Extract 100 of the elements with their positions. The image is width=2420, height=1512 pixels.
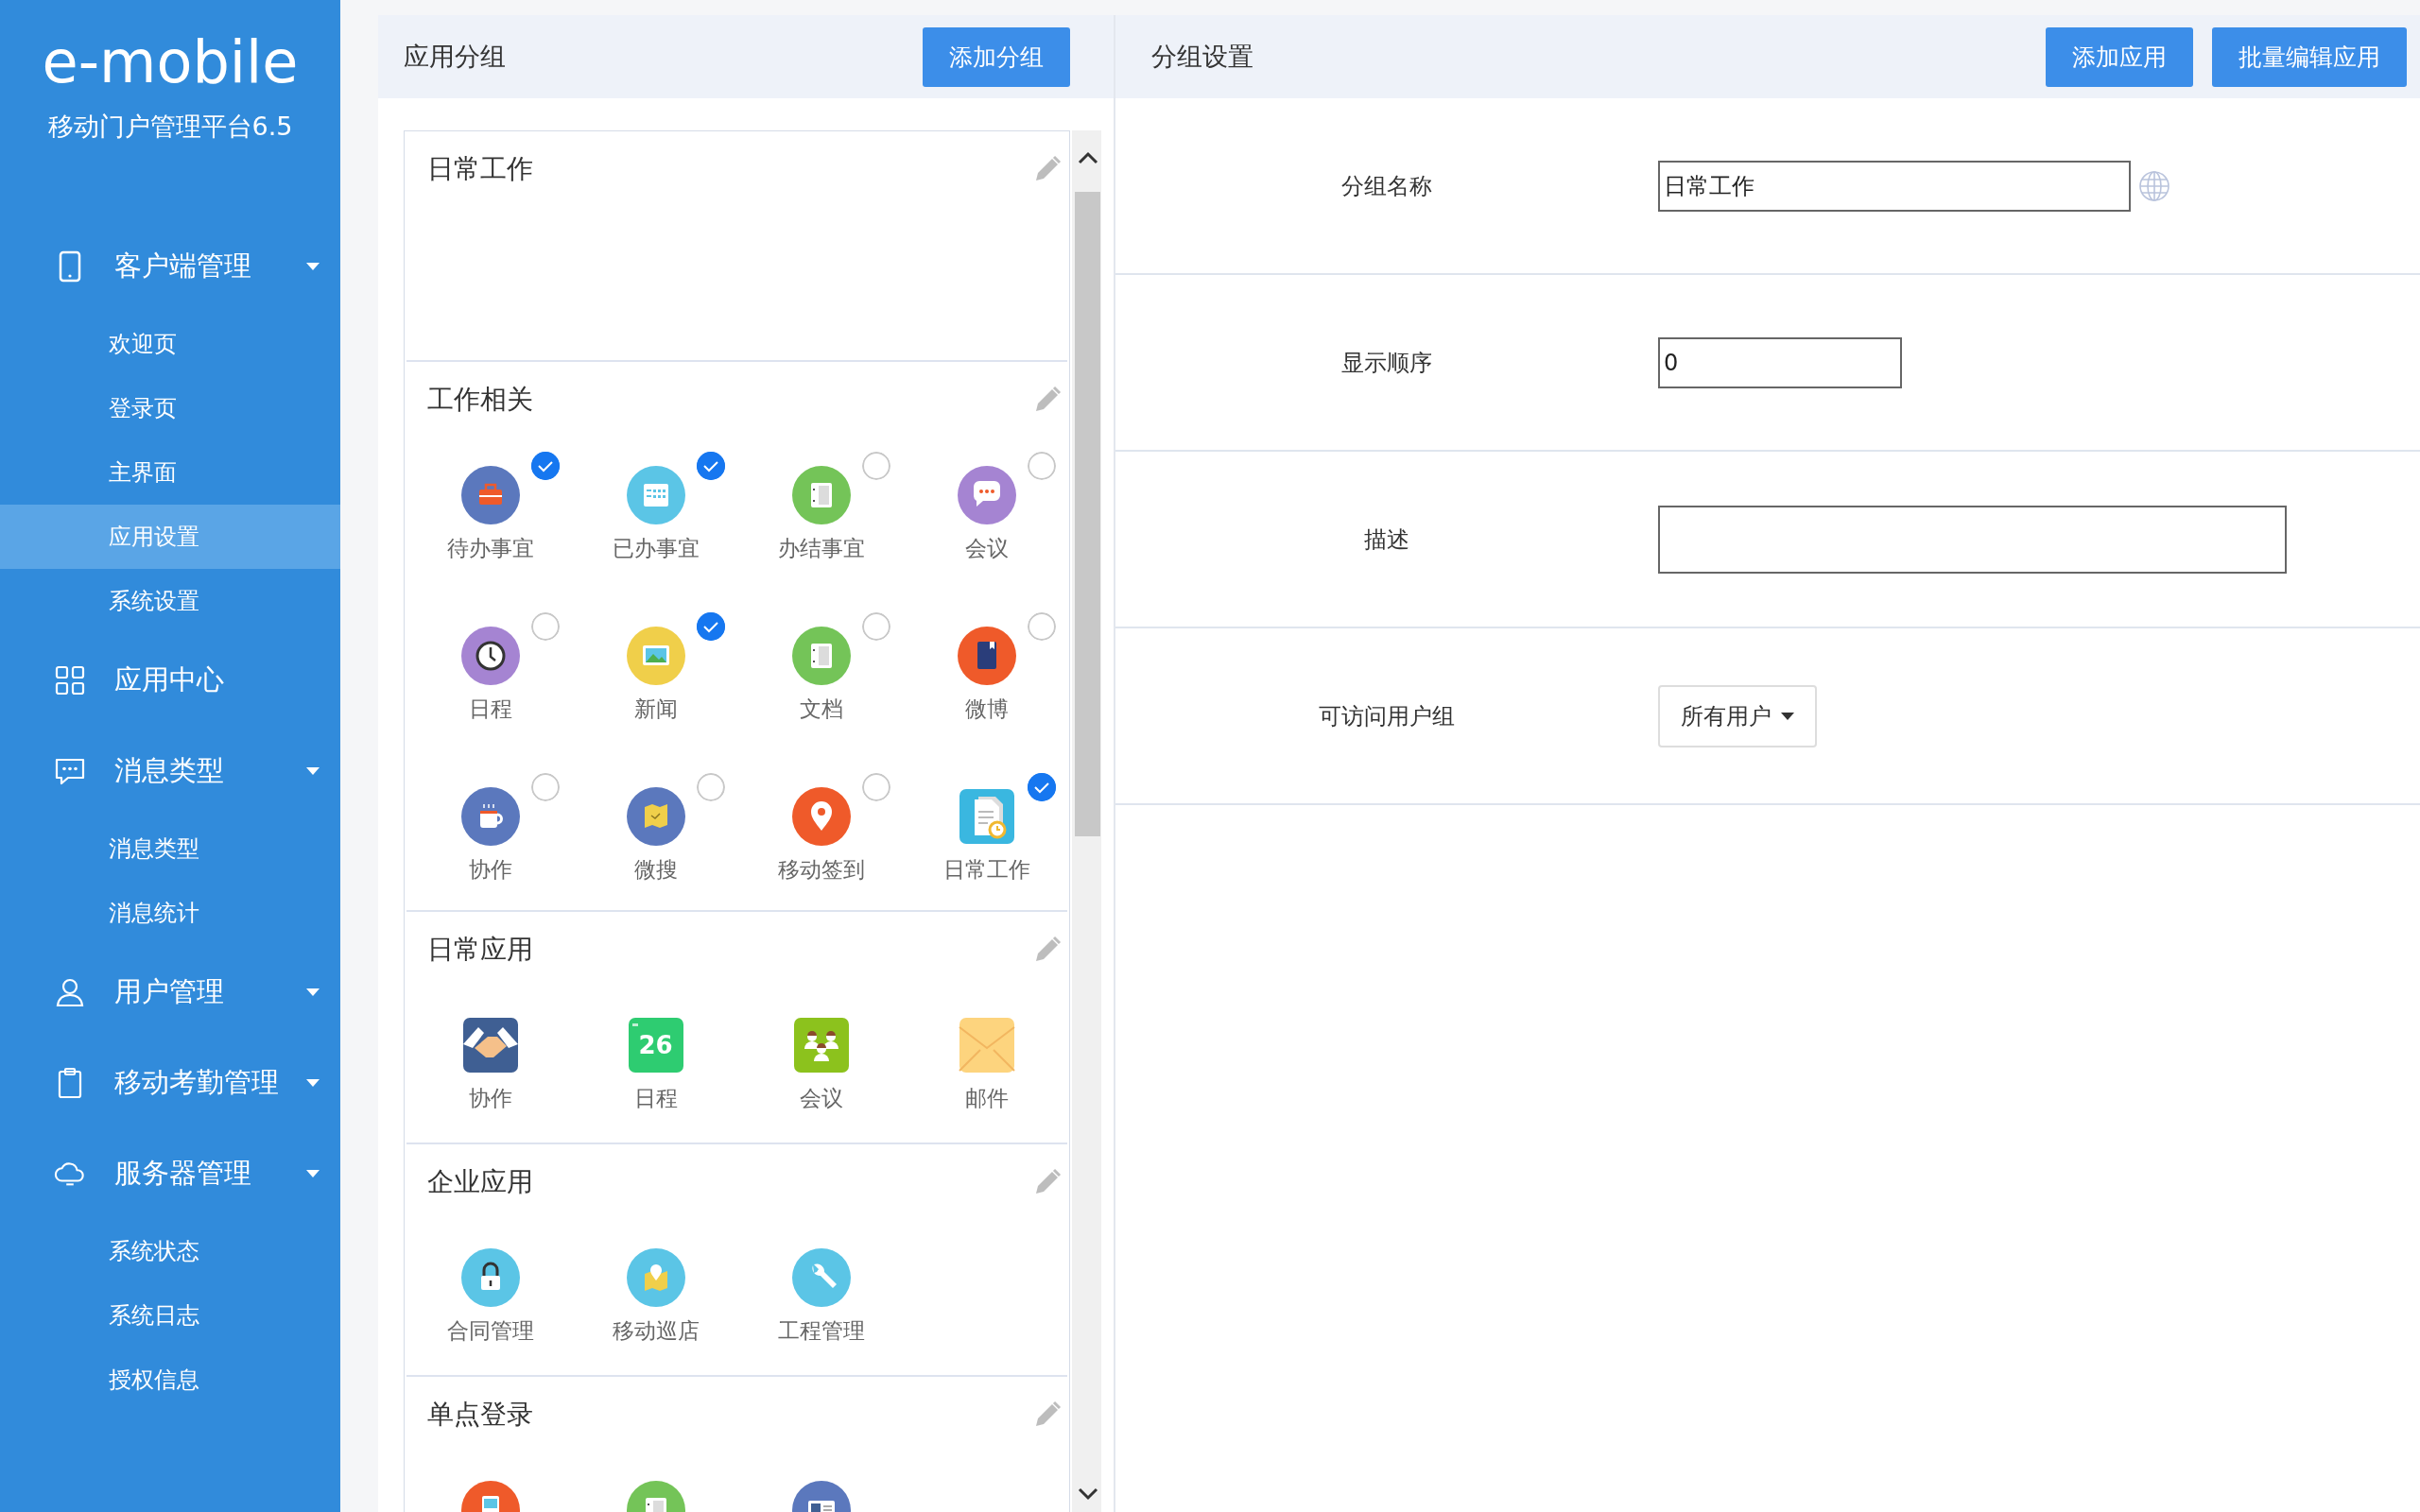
group-title: 工作相关 <box>427 383 533 417</box>
document-icon[interactable] <box>791 466 851 524</box>
app-label: 新闻 <box>633 696 678 723</box>
nav-item[interactable]: 移动考勤管理 <box>0 1038 340 1128</box>
nav-subitem[interactable]: 消息统计 <box>0 881 340 945</box>
globe-icon[interactable] <box>2138 169 2170 202</box>
nav-subitem[interactable]: 授权信息 <box>0 1348 340 1412</box>
app-label: 日常工作 <box>942 856 1030 884</box>
nav-item[interactable]: 应用中心 <box>0 635 340 726</box>
checkbox[interactable] <box>531 452 560 480</box>
input-field[interactable]: 0 <box>1658 336 1902 388</box>
app-label: 邮件 <box>964 1085 1009 1112</box>
app-label: 会议 <box>964 535 1009 562</box>
nav-subitem[interactable]: 系统状态 <box>0 1219 340 1283</box>
text-area[interactable] <box>1658 505 2287 574</box>
nav-subitem[interactable]: 应用设置 <box>0 505 340 569</box>
nav-item[interactable]: 服务器管理 <box>0 1128 340 1219</box>
field-label: 可访问用户组 <box>1318 701 1456 731</box>
platform-subtitle: 移动门户管理平台6.5 <box>46 111 294 143</box>
envelope-icon[interactable] <box>957 1016 1016 1074</box>
pencil-icon[interactable] <box>1033 1168 1062 1196</box>
logo-text: e-mobile <box>41 28 300 96</box>
checkbox[interactable] <box>862 452 890 480</box>
batch-edit-button[interactable]: 批量编辑应用 <box>2212 26 2407 87</box>
map-pin-icon[interactable] <box>626 1248 685 1307</box>
pencil-icon[interactable] <box>1033 1400 1062 1429</box>
add-app-button[interactable]: 添加应用 <box>2046 26 2193 87</box>
panel-title: 应用分组 <box>404 41 506 73</box>
checkbox[interactable] <box>862 773 890 801</box>
field-label: 描述 <box>1363 524 1410 555</box>
app-label: 协作 <box>468 1085 512 1112</box>
app-label: 合同管理 <box>446 1317 534 1345</box>
clock-icon[interactable] <box>460 627 520 685</box>
pencil-icon[interactable] <box>1033 386 1062 414</box>
chat-bubble-icon[interactable] <box>957 466 1016 524</box>
checkbox[interactable] <box>531 773 560 801</box>
app-label: 待办事宜 <box>446 535 534 562</box>
input-field[interactable]: 日常工作 <box>1658 160 2131 212</box>
app-label: 移动签到 <box>777 856 865 884</box>
checkbox[interactable] <box>1028 452 1056 480</box>
cloud-icon <box>54 1160 86 1187</box>
scrollbar[interactable] <box>1072 130 1101 1512</box>
user-icon <box>55 977 85 1007</box>
map-icon[interactable] <box>626 787 685 846</box>
group-title: 日常应用 <box>427 933 533 967</box>
nav-subitem[interactable]: 消息类型 <box>0 816 340 881</box>
calendar-icon[interactable]: 26 <box>626 1016 685 1074</box>
checkbox[interactable] <box>697 452 725 480</box>
caret-icon <box>1781 712 1794 720</box>
handshake-icon[interactable] <box>460 1016 520 1074</box>
checkbox[interactable] <box>531 612 560 641</box>
checkbox[interactable] <box>697 612 725 641</box>
nav-subitem[interactable]: 欢迎页 <box>0 312 340 376</box>
calendar-icon[interactable] <box>626 466 685 524</box>
nav-subitem[interactable]: 系统设置 <box>0 569 340 633</box>
nav-item[interactable]: 客户端管理 <box>0 221 340 312</box>
clipboard-icon <box>57 1067 83 1099</box>
group-title: 单点登录 <box>427 1398 533 1432</box>
lock-icon[interactable] <box>460 1248 520 1307</box>
app-label: 办结事宜 <box>777 535 865 562</box>
app-label: 文档 <box>799 696 843 723</box>
app-label: 会议 <box>799 1085 843 1112</box>
nav-subitem[interactable]: 系统日志 <box>0 1283 340 1348</box>
dropdown-button[interactable]: 所有用户 <box>1658 684 1817 747</box>
people-icon[interactable] <box>791 1016 851 1074</box>
app-label: 已办事宜 <box>612 535 700 562</box>
book-icon[interactable] <box>957 627 1016 685</box>
scrollbar-thumb[interactable] <box>1075 192 1100 836</box>
nav-item[interactable]: 用户管理 <box>0 947 340 1038</box>
app-label: 日程 <box>468 696 512 723</box>
app-label: 移动巡店 <box>612 1317 700 1345</box>
group-title: 日常工作 <box>427 152 533 186</box>
wrench-icon[interactable] <box>791 1248 851 1307</box>
app-label: 微博 <box>964 696 1009 723</box>
nav-subitem[interactable]: 登录页 <box>0 376 340 440</box>
documents-icon[interactable] <box>957 787 1016 846</box>
checkbox[interactable] <box>1028 773 1056 801</box>
location-pin-icon[interactable] <box>791 787 851 846</box>
nav-subitem[interactable]: 主界面 <box>0 440 340 505</box>
checkbox[interactable] <box>862 612 890 641</box>
field-label: 分组名称 <box>1340 171 1433 201</box>
app-label: 协作 <box>468 856 512 884</box>
app-label: 工程管理 <box>777 1317 865 1345</box>
app-label: 微搜 <box>633 856 678 884</box>
picture-icon[interactable] <box>626 627 685 685</box>
add-group-button[interactable]: 添加分组 <box>923 26 1070 87</box>
grid-icon <box>55 665 85 696</box>
document-icon[interactable] <box>791 627 851 685</box>
chat-icon <box>55 757 85 785</box>
pencil-icon[interactable] <box>1033 155 1062 183</box>
toolbox-icon[interactable] <box>460 466 520 524</box>
panel-title: 分组设置 <box>1151 41 1254 73</box>
checkbox[interactable] <box>697 773 725 801</box>
phone-icon <box>59 250 81 283</box>
nav-item[interactable]: 消息类型 <box>0 726 340 816</box>
app-label: 日程 <box>633 1085 678 1112</box>
checkbox[interactable] <box>1028 612 1056 641</box>
group-title: 企业应用 <box>427 1165 533 1199</box>
cup-icon[interactable] <box>460 787 520 846</box>
pencil-icon[interactable] <box>1033 936 1062 964</box>
